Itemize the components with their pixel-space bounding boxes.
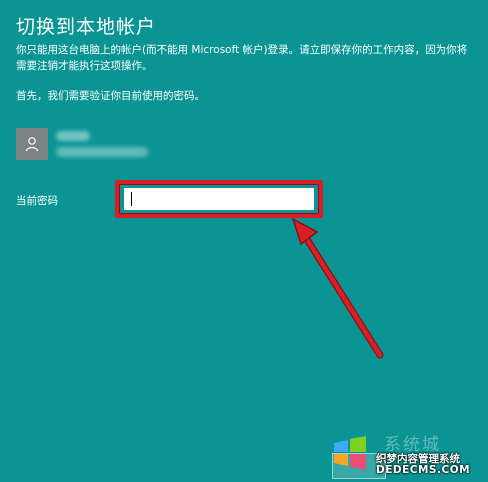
page-description: 你只能用这台电脑上的帐户(而不能用 Microsoft 帐户)登录。请立即保存你… — [16, 44, 468, 72]
password-label: 当前密码 — [16, 195, 58, 207]
account-row — [16, 128, 148, 160]
text-caret — [131, 192, 132, 206]
watermark-domain: DEDECMS.COM — [376, 464, 471, 476]
verify-instruction: 首先，我们需要验证你目前使用的密码。 — [16, 90, 205, 102]
windows-logo-icon — [334, 436, 366, 470]
current-password-input[interactable] — [124, 188, 314, 210]
user-icon — [16, 128, 48, 160]
watermark: 系统城 织梦内容管理系统 DEDECMS.COM — [326, 425, 486, 481]
account-email-blurred — [56, 147, 148, 157]
page-title: 切换到本地帐户 — [16, 16, 157, 38]
account-name-blurred — [56, 131, 90, 141]
account-info — [56, 131, 148, 157]
